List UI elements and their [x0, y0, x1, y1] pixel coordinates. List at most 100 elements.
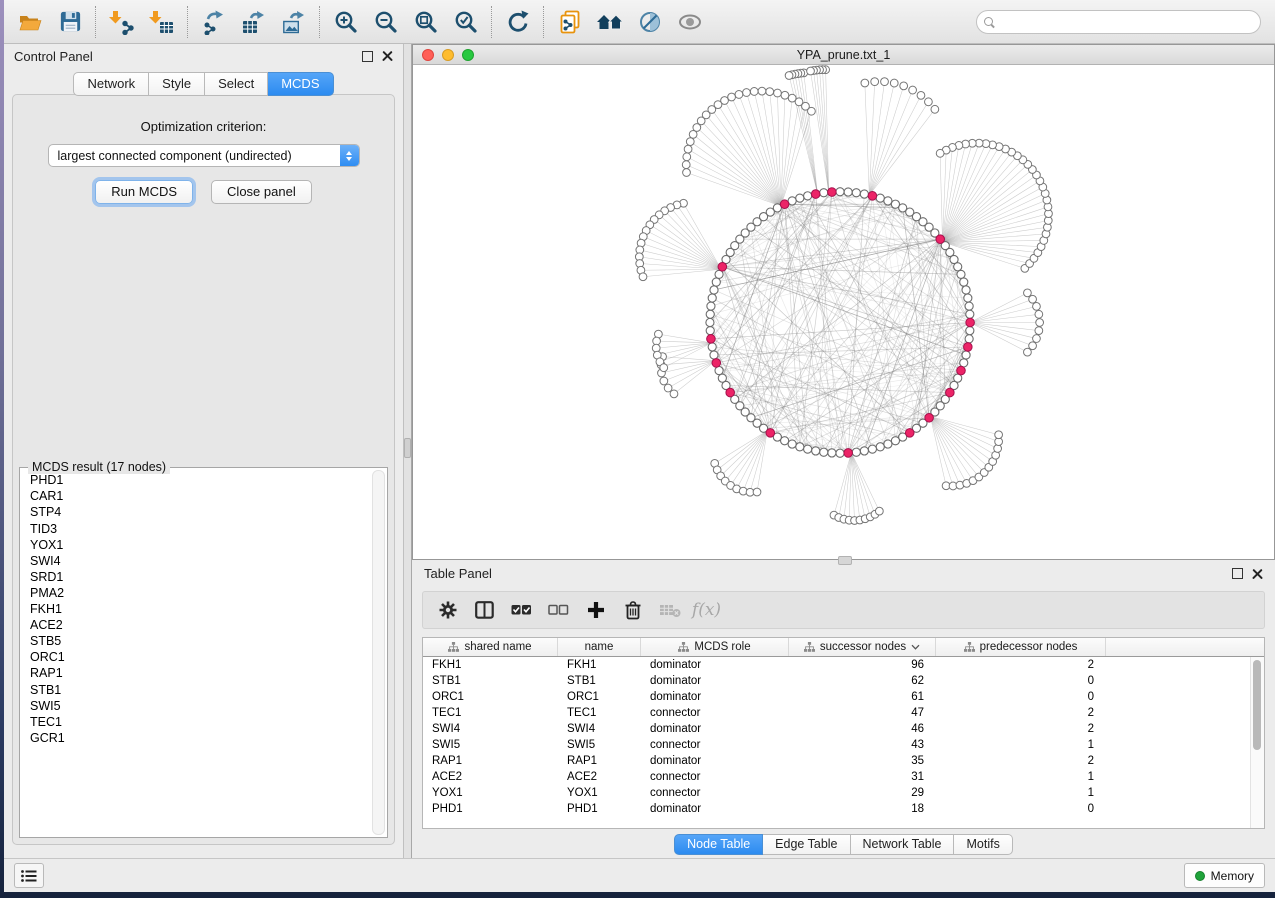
mcds-result-item[interactable]: STB1	[22, 682, 373, 698]
ring-node[interactable]	[884, 440, 892, 448]
mcds-result-item[interactable]: STP4	[22, 505, 373, 521]
satellite-node[interactable]	[750, 88, 758, 96]
satellite-node[interactable]	[652, 344, 660, 352]
mcds-result-item[interactable]: SWI4	[22, 553, 373, 569]
table-row[interactable]: SWI4SWI4dominator462	[423, 721, 1251, 737]
hide-details-button[interactable]	[630, 3, 670, 41]
table-scrollbar-thumb[interactable]	[1253, 660, 1261, 750]
mcds-result-item[interactable]: FKH1	[22, 602, 373, 618]
export-network-button[interactable]	[194, 3, 234, 41]
search-input[interactable]	[999, 12, 1260, 32]
mcds-result-item[interactable]: SWI5	[22, 698, 373, 714]
satellite-node[interactable]	[900, 82, 908, 90]
ring-node[interactable]	[860, 447, 868, 455]
table-row[interactable]: RAP1RAP1dominator352	[423, 753, 1251, 769]
satellite-node[interactable]	[758, 87, 766, 95]
satellite-node[interactable]	[743, 89, 751, 97]
ring-node[interactable]	[891, 437, 899, 445]
import-table-button[interactable]	[142, 3, 182, 41]
float-table-panel-button[interactable]	[1232, 568, 1243, 579]
ring-node[interactable]	[796, 194, 804, 202]
select-all-button[interactable]	[503, 595, 540, 625]
satellite-node[interactable]	[686, 138, 694, 146]
mcds-node[interactable]	[726, 388, 735, 397]
satellite-node[interactable]	[1035, 327, 1043, 335]
ring-node[interactable]	[828, 449, 836, 457]
satellite-node[interactable]	[753, 488, 761, 496]
mcds-node[interactable]	[905, 429, 914, 438]
mcds-node[interactable]	[712, 359, 721, 368]
show-details-button[interactable]	[670, 3, 710, 41]
satellite-node[interactable]	[735, 91, 743, 99]
mcds-result-item[interactable]: GCR1	[22, 731, 373, 747]
function-builder-button[interactable]: f(x)	[688, 595, 725, 625]
tab-network[interactable]: Network	[73, 72, 149, 96]
satellite-node[interactable]	[684, 145, 692, 153]
satellite-node[interactable]	[875, 507, 883, 515]
ring-node[interactable]	[844, 188, 852, 196]
zoom-selected-button[interactable]	[446, 3, 486, 41]
satellite-node[interactable]	[1029, 342, 1037, 350]
ring-node[interactable]	[954, 263, 962, 271]
ring-node[interactable]	[706, 327, 714, 335]
mcds-node[interactable]	[957, 366, 966, 375]
tab-select[interactable]: Select	[205, 72, 268, 96]
ring-node[interactable]	[965, 335, 973, 343]
mcds-result-item[interactable]: ACE2	[22, 618, 373, 634]
zoom-in-button[interactable]	[326, 3, 366, 41]
satellite-node[interactable]	[861, 79, 869, 87]
criterion-dropdown[interactable]: largest connected component (undirected)	[48, 144, 360, 167]
ring-node[interactable]	[836, 188, 844, 196]
satellite-node[interactable]	[774, 89, 782, 97]
export-table-button[interactable]	[234, 3, 274, 41]
satellite-node[interactable]	[660, 364, 668, 372]
mcds-node[interactable]	[936, 235, 945, 244]
satellite-node[interactable]	[683, 169, 691, 177]
satellite-node[interactable]	[917, 91, 925, 99]
import-network-button[interactable]	[102, 3, 142, 41]
ring-node[interactable]	[710, 351, 718, 359]
tab-motifs[interactable]: Motifs	[954, 834, 1012, 855]
memory-button[interactable]: Memory	[1184, 863, 1265, 888]
mcds-node[interactable]	[966, 318, 975, 327]
table-row[interactable]: SWI5SWI5connector431	[423, 737, 1251, 753]
satellite-node[interactable]	[728, 93, 736, 101]
mcds-result-item[interactable]: PMA2	[22, 586, 373, 602]
ring-node[interactable]	[960, 278, 968, 286]
tab-style[interactable]: Style	[149, 72, 205, 96]
save-session-button[interactable]	[50, 3, 90, 41]
mcds-result-item[interactable]: TID3	[22, 521, 373, 537]
table-scrollbar[interactable]	[1250, 657, 1264, 828]
delete-column-button[interactable]	[614, 595, 651, 625]
satellite-node[interactable]	[995, 431, 1003, 439]
table-row[interactable]: ORC1ORC1dominator610	[423, 689, 1251, 705]
column-header-predecessor-nodes[interactable]: predecessor nodes	[936, 638, 1106, 656]
mcds-node[interactable]	[766, 429, 775, 438]
ring-node[interactable]	[820, 189, 828, 197]
satellite-node[interactable]	[890, 79, 898, 87]
tab-network-table[interactable]: Network Table	[851, 834, 955, 855]
satellite-node[interactable]	[785, 72, 793, 80]
satellite-node[interactable]	[788, 94, 796, 102]
column-header-shared-name[interactable]: shared name	[423, 638, 558, 656]
mcds-result-item[interactable]: CAR1	[22, 489, 373, 505]
satellite-node[interactable]	[766, 88, 774, 96]
ring-node[interactable]	[860, 190, 868, 198]
network-canvas[interactable]	[413, 65, 1274, 559]
ring-node[interactable]	[884, 197, 892, 205]
ring-node[interactable]	[718, 374, 726, 382]
ring-node[interactable]	[962, 351, 970, 359]
mcds-node[interactable]	[964, 343, 973, 352]
mcds-node[interactable]	[868, 192, 877, 201]
table-row[interactable]: ACE2ACE2connector311	[423, 769, 1251, 785]
table-options-button[interactable]	[429, 595, 466, 625]
satellite-node[interactable]	[682, 161, 690, 169]
vertical-splitter[interactable]	[403, 44, 412, 858]
float-panel-button[interactable]	[362, 51, 373, 62]
mcds-result-item[interactable]: ORC1	[22, 650, 373, 666]
ring-node[interactable]	[876, 194, 884, 202]
ring-node[interactable]	[788, 440, 796, 448]
ring-node[interactable]	[957, 270, 965, 278]
ring-node[interactable]	[964, 294, 972, 302]
table-row[interactable]: YOX1YOX1connector291	[423, 785, 1251, 801]
